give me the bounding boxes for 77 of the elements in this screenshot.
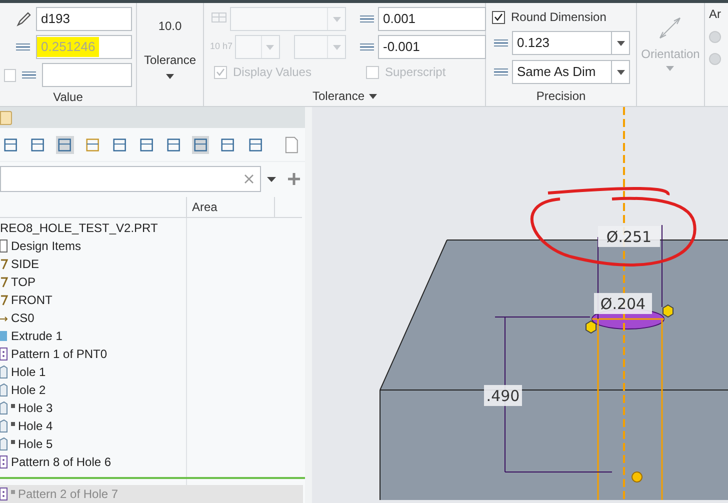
group-label: Precision (536, 88, 586, 105)
group-title: Ar (709, 6, 722, 23)
add-icon[interactable] (288, 173, 300, 186)
status-square-icon (11, 490, 15, 494)
override-value-field[interactable] (42, 63, 132, 87)
column-header[interactable]: Area (187, 196, 275, 217)
tree-item[interactable]: Hole 5 (0, 434, 186, 453)
caret-icon (166, 74, 174, 79)
label-background (594, 293, 652, 314)
datum-plane-icon (0, 274, 8, 289)
tree-item[interactable]: Hole 1 (0, 362, 186, 381)
dimension-value-icon (14, 41, 32, 53)
hole-icon (0, 400, 8, 415)
search-field[interactable] (0, 166, 261, 192)
datum-plane-icon (0, 256, 8, 271)
round-dimension-label: Round Dimension (511, 9, 606, 26)
decimal-places-select[interactable]: 0.123 (512, 31, 630, 55)
pencil-icon (16, 11, 32, 27)
tolerance-decimals-icon (492, 66, 510, 78)
dropdown-caret-icon (616, 70, 624, 74)
dropdown-caret-icon (616, 40, 624, 46)
fit-label: 10 h7 (210, 40, 234, 54)
round-dimension-checkbox[interactable] (492, 10, 505, 24)
group-label: Value (53, 88, 83, 106)
part-model-drawing[interactable] (380, 107, 728, 500)
group-label: Tolerance (312, 88, 365, 105)
folder-tab-icon[interactable] (0, 111, 12, 126)
upper-tolerance-icon (358, 13, 376, 25)
dimension-value[interactable]: .490 (486, 387, 520, 405)
superscript-label: Superscript (385, 64, 446, 81)
tolerance-decimals-select[interactable]: Same As Dim (512, 60, 630, 84)
upper-tolerance-field[interactable]: 0.001 (378, 7, 486, 31)
status-square-icon (11, 422, 15, 426)
pattern-icon (0, 486, 8, 501)
label-background (484, 385, 522, 406)
tree-item[interactable]: Hole 3 (0, 398, 186, 417)
caret-icon (666, 66, 674, 71)
lower-tolerance-icon (358, 41, 376, 53)
tolerance-button[interactable]: 10.0 Tolerance (144, 17, 196, 79)
display-values-label: Display Values (233, 64, 312, 81)
extrude-icon (0, 328, 8, 343)
hole-icon (0, 436, 8, 451)
tree-item[interactable]: SIDE (0, 254, 186, 273)
tree-item[interactable]: Hole 4 (0, 416, 186, 435)
hole-icon (0, 418, 8, 433)
lower-tolerance-field[interactable]: -0.001 (378, 35, 486, 59)
tree-item[interactable]: Design Items (0, 236, 186, 255)
dimension-value[interactable]: Ø.251 (606, 228, 652, 246)
status-square-icon (11, 404, 15, 408)
dropdown-caret-icon (332, 16, 340, 22)
tree-item[interactable]: Extrude 1 (0, 326, 186, 345)
tree-item[interactable]: Pattern 1 of PNT0 (0, 344, 186, 363)
dropdown-caret-icon[interactable] (267, 176, 276, 182)
tree-item[interactable]: FRONT (0, 290, 186, 309)
override-value-icon (20, 69, 38, 81)
tree-item[interactable]: Hole 2 (0, 380, 186, 399)
radio-button[interactable] (709, 53, 721, 65)
dropdown-caret-icon (332, 44, 340, 50)
hole-icon (0, 364, 8, 379)
insert-indicator[interactable] (0, 476, 305, 479)
datum-plane-icon (0, 292, 8, 307)
tree-item[interactable]: Pattern 8 of Hole 6 (0, 452, 186, 471)
document-icon[interactable] (284, 136, 299, 154)
clear-icon[interactable] (244, 174, 254, 184)
radio-button[interactable] (709, 31, 721, 43)
dimension-name-field[interactable]: d193 (36, 7, 132, 31)
decimal-places-icon (492, 37, 510, 49)
status-square-icon (11, 440, 15, 444)
tree-item[interactable]: TOP (0, 272, 186, 291)
label-background (598, 226, 660, 247)
override-checkbox[interactable] (4, 68, 16, 82)
dimension-value[interactable]: Ø.204 (600, 295, 646, 313)
hole-icon (0, 382, 8, 397)
tree-item[interactable]: REO8_HOLE_TEST_V2.PRT (0, 218, 186, 237)
caret-icon (368, 94, 377, 98)
tree-item[interactable]: CS0 (0, 308, 186, 327)
dropdown-caret-icon (266, 44, 274, 50)
